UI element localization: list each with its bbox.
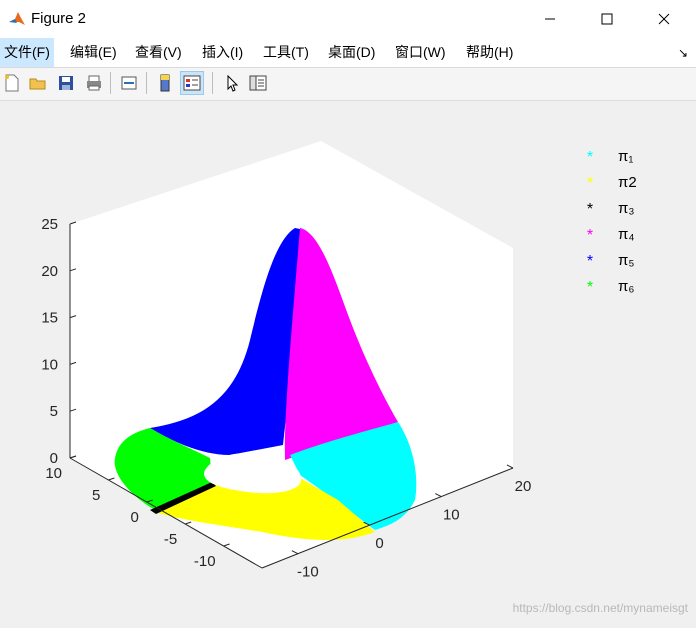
legend-label: π₃ [618, 200, 634, 217]
save-icon [59, 76, 73, 90]
legend[interactable]: * π₁ * π2 * π₃ * π₄ * π₅ * π₆ [587, 148, 637, 296]
new-figure-button[interactable] [0, 71, 24, 95]
toolbar-separator [146, 72, 147, 94]
menu-insert[interactable]: 插入(I) [198, 38, 247, 67]
x-tick-label: 10 [443, 507, 460, 524]
legend-label: π₅ [618, 252, 634, 269]
pointer-icon [227, 74, 239, 92]
print-button[interactable] [82, 71, 106, 95]
z-tick-label: 15 [41, 310, 58, 327]
legend-label: π2 [618, 174, 637, 191]
figure-canvas[interactable]: 0 5 10 15 20 25 -10 -5 0 5 10 -10 0 10 20 * π₁ * π2 * π₃ * π₄… [0, 101, 696, 623]
x-tick-label: -10 [297, 564, 319, 581]
legend-marker: * [587, 175, 593, 192]
title-bar: Figure 2 [0, 0, 696, 38]
toolbar-separator [110, 72, 111, 94]
legend-entry[interactable]: * π₄ [587, 226, 635, 244]
legend-entry[interactable]: * π2 [587, 174, 637, 192]
plot-tools-icon [249, 75, 267, 91]
z-tick-label: 5 [50, 403, 58, 420]
legend-entry[interactable]: * π₃ [587, 200, 635, 218]
menu-bar: 文件(F) 编辑(E) 查看(V) 插入(I) 工具(T) 桌面(D) 窗口(W… [0, 38, 696, 68]
legend-marker: * [587, 227, 593, 244]
legend-entry[interactable]: * π₁ [587, 148, 634, 166]
x-tick-label: 0 [375, 535, 383, 552]
y-tick-label: 10 [45, 465, 62, 482]
y-tick-label: -5 [164, 531, 177, 548]
y-tick-label: -10 [194, 553, 216, 570]
matlab-icon [8, 10, 26, 28]
minimize-button[interactable] [527, 0, 573, 38]
y-tick-label: 0 [130, 509, 138, 526]
menu-tools[interactable]: 工具(T) [259, 38, 313, 67]
x-tick-label: 20 [515, 478, 532, 495]
legend-marker: * [587, 279, 593, 296]
legend-icon [183, 75, 201, 91]
legend-label: π₄ [618, 226, 634, 243]
pointer-button[interactable] [220, 71, 244, 95]
legend-button[interactable] [180, 71, 204, 95]
toolbar [0, 68, 696, 101]
colorbar-icon [160, 74, 170, 92]
close-button[interactable] [641, 0, 687, 38]
menu-file[interactable]: 文件(F) [0, 38, 54, 67]
print-icon [87, 75, 101, 91]
open-file-icon [29, 78, 46, 90]
z-tick-label: 20 [41, 263, 58, 280]
new-figure-icon [5, 74, 19, 92]
menu-desktop[interactable]: 桌面(D) [324, 38, 379, 67]
menu-window[interactable]: 窗口(W) [391, 38, 450, 67]
z-tick-label: 10 [41, 356, 58, 373]
axes-3d[interactable]: 0510152025-10-50510-1001020 * π₁* π2* π₃* π₄… [0, 101, 696, 623]
close-icon [658, 13, 670, 25]
plot-tools-button[interactable] [246, 71, 270, 95]
legend-label: π₆ [618, 278, 634, 295]
y-tick-label: 5 [92, 487, 100, 504]
open-file-button[interactable] [26, 71, 50, 95]
maximize-button[interactable] [584, 0, 630, 38]
legend-label: π₁ [618, 148, 633, 165]
minimize-icon [545, 18, 555, 20]
legend-marker: * [587, 149, 593, 166]
save-button[interactable] [54, 71, 78, 95]
menu-view[interactable]: 查看(V) [131, 38, 186, 67]
maximize-icon [601, 13, 613, 25]
colorbar-button[interactable] [153, 71, 177, 95]
window-title: Figure 2 [31, 10, 87, 27]
menu-help[interactable]: 帮助(H) [462, 38, 517, 67]
dock-arrow-icon[interactable]: ↘ [678, 46, 688, 60]
legend-entry[interactable]: * π₅ [587, 252, 635, 270]
menu-edit[interactable]: 编辑(E) [66, 38, 121, 67]
legend-marker: * [587, 201, 593, 218]
watermark: https://blog.csdn.net/mynameisgt [512, 601, 688, 615]
link-plot-icon [121, 76, 137, 90]
z-tick-label: 25 [41, 216, 58, 233]
link-plot-button[interactable] [117, 71, 141, 95]
legend-entry[interactable]: * π₆ [587, 278, 635, 296]
legend-marker: * [587, 253, 593, 270]
toolbar-separator [212, 72, 213, 94]
